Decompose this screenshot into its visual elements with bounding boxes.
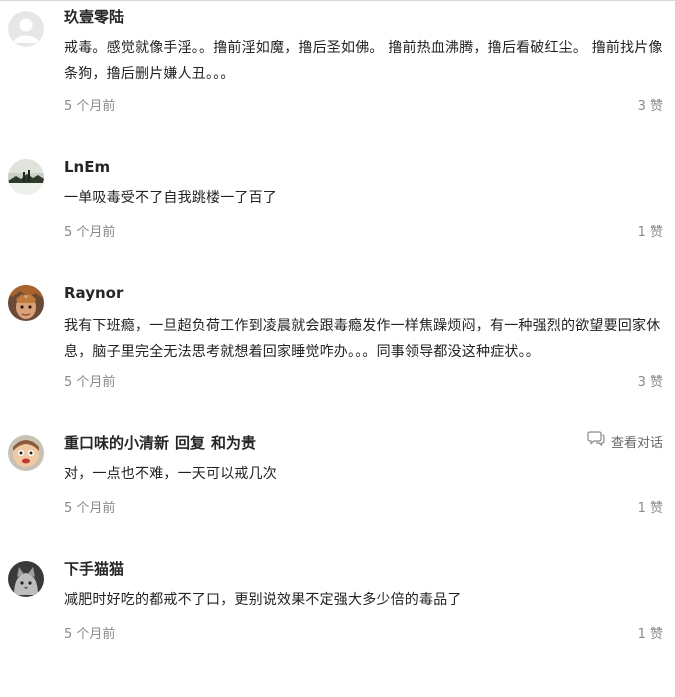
like-count[interactable]: 3 赞 <box>638 373 663 393</box>
author-line: 玖壹零陆 <box>64 5 124 29</box>
cat-photo-avatar-icon <box>8 561 44 597</box>
comment-time: 5 个月前 <box>64 627 116 642</box>
like-count[interactable]: 1 赞 <box>638 625 663 645</box>
avatar[interactable] <box>8 285 44 321</box>
comment-time: 5 个月前 <box>64 99 116 114</box>
view-conversation-button[interactable]: 查看对话 <box>587 431 663 455</box>
view-conversation-label: 查看对话 <box>610 436 663 451</box>
like-count[interactable]: 1 赞 <box>638 223 663 243</box>
comment-item: Raynor 我有下班瘾，一旦超负荷工作到凌晨就会跟毒瘾发作一样焦躁烦闷，有一种… <box>0 281 675 421</box>
like-count[interactable]: 1 赞 <box>638 499 663 519</box>
avatar[interactable] <box>8 435 44 471</box>
comment-text: 戒毒。感觉就像手淫。。撸前淫如魔，撸后圣如佛。 撸前热血沸腾，撸后看破红尘。 撸… <box>64 40 663 82</box>
reply-to-name[interactable]: 和为贵 <box>211 434 256 452</box>
author-line: 重口味的小清新 回复 和为贵 <box>64 431 256 455</box>
author-name[interactable]: LnEm <box>64 158 110 176</box>
author-name[interactable]: 玖壹零陆 <box>64 8 124 26</box>
comment-item: LnEm 一单吸毒受不了自我跳楼一了百了 5 个月前 1 赞 <box>0 155 675 295</box>
avatar[interactable] <box>8 561 44 597</box>
comment-time: 5 个月前 <box>64 501 116 516</box>
comment-item: 玖壹零陆 戒毒。感觉就像手淫。。撸前淫如魔，撸后圣如佛。 撸前热血沸腾，撸后看破… <box>0 5 675 145</box>
comment-time: 5 个月前 <box>64 375 116 390</box>
comment-time: 5 个月前 <box>64 225 116 240</box>
comment-text: 一单吸毒受不了自我跳楼一了百了 <box>64 190 277 206</box>
comment-item: 下手猫猫 减肥时好吃的都戒不了口，更别说效果不定强大多少倍的毒品了 5 个月前 … <box>0 557 675 697</box>
cartoon-face-avatar-icon <box>8 435 44 471</box>
comment-text: 我有下班瘾，一旦超负荷工作到凌晨就会跟毒瘾发作一样焦躁烦闷，有一种强烈的欲望要回… <box>64 318 661 360</box>
author-name[interactable]: Raynor <box>64 284 123 302</box>
reply-label: 回复 <box>175 434 206 452</box>
author-line: 下手猫猫 <box>64 557 124 581</box>
like-count[interactable]: 3 赞 <box>638 97 663 117</box>
comment-text: 对，一点也不难，一天可以戒几次 <box>64 466 277 482</box>
comment-item: 重口味的小清新 回复 和为贵 查看对话 对，一点也不难，一天可以戒几次 5 个月前 … <box>0 431 675 571</box>
author-line: Raynor <box>64 281 123 305</box>
chat-bubble-icon <box>587 430 605 455</box>
avatar[interactable] <box>8 159 44 195</box>
default-user-avatar-icon <box>8 11 44 47</box>
avatar[interactable] <box>8 11 44 47</box>
author-name[interactable]: 下手猫猫 <box>64 560 124 578</box>
landscape-photo-avatar-icon <box>8 159 44 195</box>
author-line: LnEm <box>64 155 110 179</box>
character-portrait-avatar-icon <box>8 285 44 321</box>
comment-text: 减肥时好吃的都戒不了口，更别说效果不定强大多少倍的毒品了 <box>64 592 462 608</box>
author-name[interactable]: 重口味的小清新 <box>64 434 169 452</box>
